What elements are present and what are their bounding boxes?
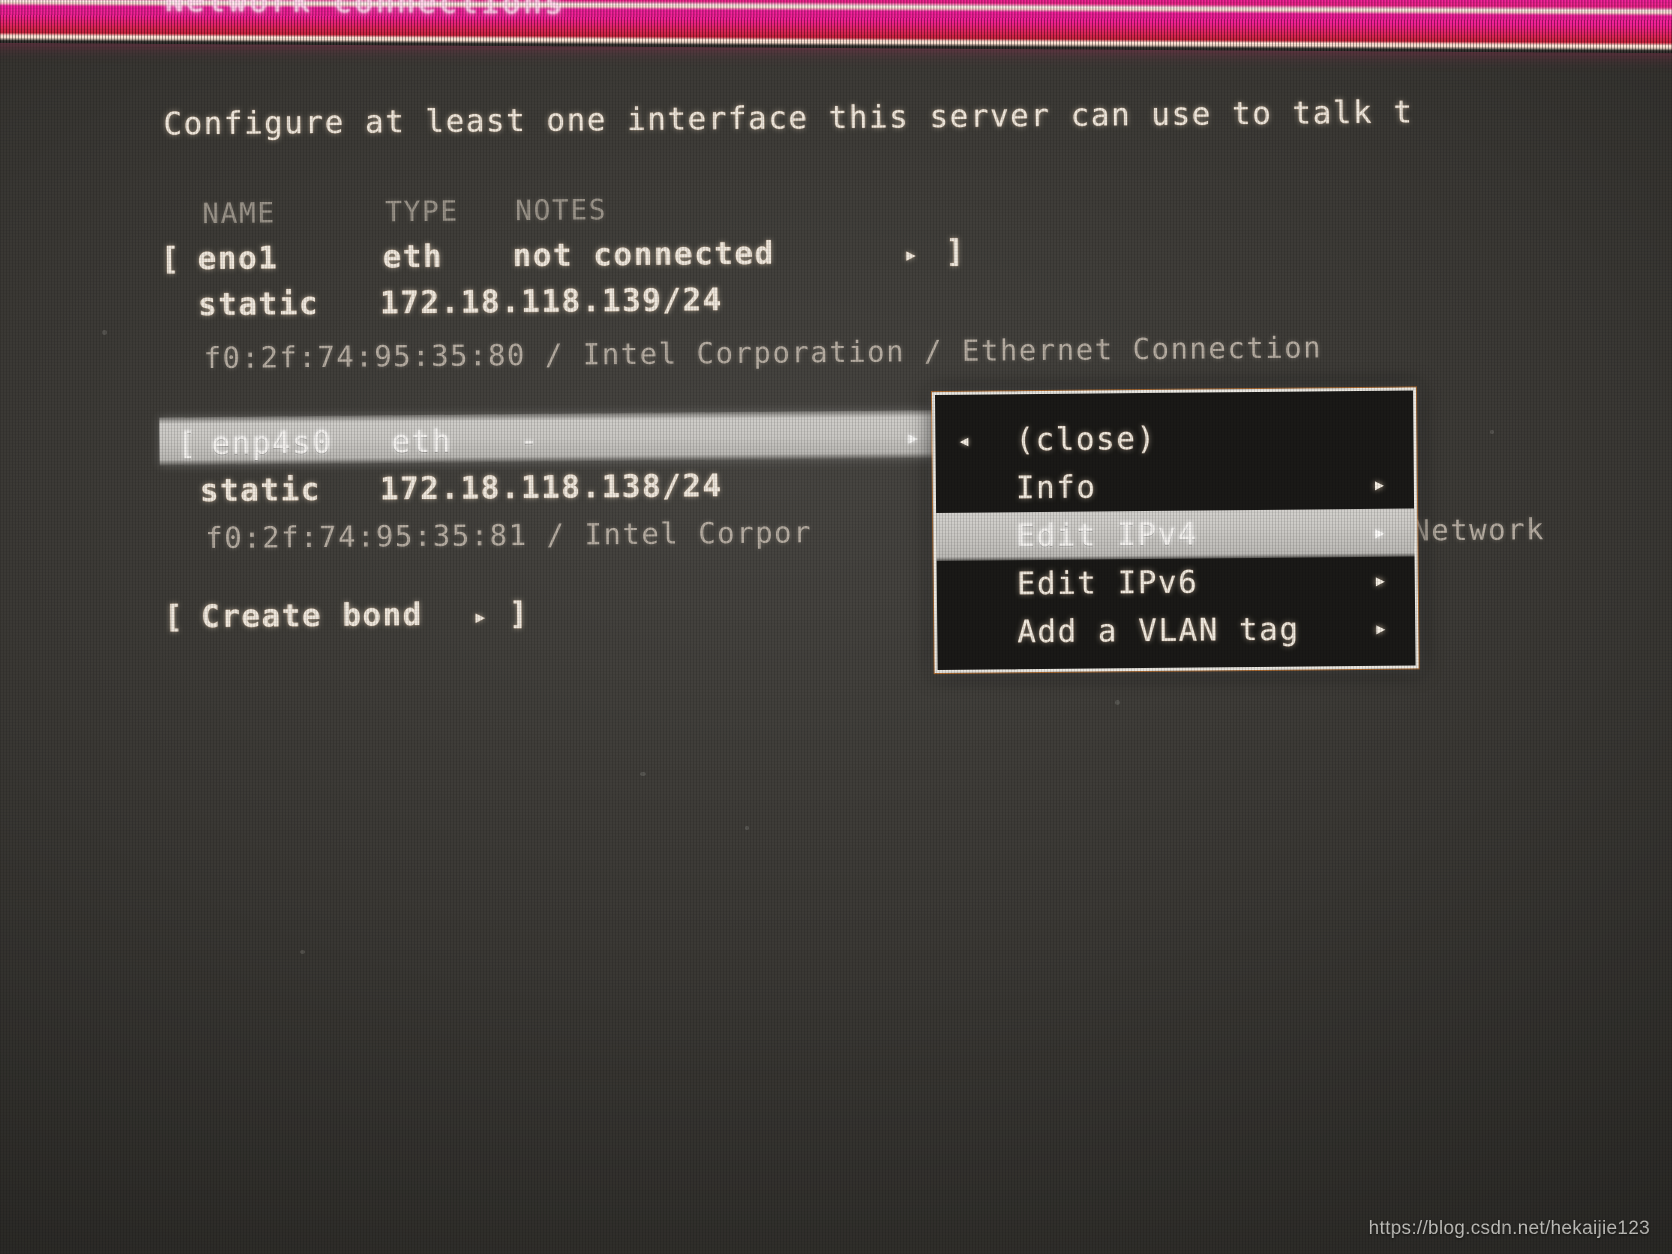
menu-item-edit-ipv4[interactable]: Edit IPv4 ▸ — [936, 508, 1415, 562]
chevron-right-icon: ▸ — [1372, 471, 1388, 498]
chevron-left-icon: ◂ — [957, 428, 973, 454]
page-title: Network connections — [165, 0, 566, 22]
chevron-right-icon: ▸ — [1372, 519, 1389, 546]
menu-item-info[interactable]: Info ▸ — [936, 460, 1414, 513]
row-bracket-open: [ — [160, 241, 181, 278]
row-bracket-open: [ — [163, 599, 185, 636]
column-header-type: TYPE — [385, 194, 459, 229]
menu-item-add-vlan-tag[interactable]: Add a VLAN tag ▸ — [937, 604, 1415, 657]
terminal-surface: Network connections Configure at least o… — [0, 0, 1672, 1254]
menu-item-close[interactable]: ◂ (close) — [935, 412, 1413, 465]
screen-photo: Network connections Configure at least o… — [0, 0, 1672, 1254]
selected-row-highlight[interactable]: [ enp4s0 eth - ▸ — [159, 410, 935, 466]
menu-item-label: Info — [1015, 469, 1097, 507]
chevron-right-icon: ▸ — [1373, 567, 1389, 594]
interface-notes: - — [519, 422, 540, 460]
chevron-right-icon: ▸ — [1373, 615, 1390, 642]
interface-type: eth — [391, 423, 453, 461]
menu-item-label: Edit IPv6 — [1016, 564, 1199, 603]
address-mode: static — [197, 285, 320, 324]
column-header-notes: NOTES — [515, 193, 608, 228]
menu-item-edit-ipv6[interactable]: Edit IPv6 ▸ — [937, 556, 1415, 609]
interface-notes: not connected — [512, 235, 775, 275]
row-bracket-close: ] — [508, 595, 530, 633]
watermark-url: https://blog.csdn.net/hekaijie123 — [1368, 1218, 1650, 1239]
instruction-text: Configure at least one interface this se… — [163, 94, 1414, 143]
hardware-info-tail: Network — [1412, 512, 1546, 548]
interface-context-menu[interactable]: ◂ (close) Info ▸ Edit IPv4 ▸ Edit IPv6 ▸… — [931, 387, 1419, 674]
window-header-bar: Network connections — [0, 0, 1672, 54]
row-bracket-open: [ — [177, 426, 198, 463]
chevron-right-icon: ▸ — [472, 602, 490, 631]
interface-name: eno1 — [197, 240, 279, 278]
context-menu-list: ◂ (close) Info ▸ Edit IPv4 ▸ Edit IPv6 ▸… — [935, 390, 1415, 657]
interface-type: eth — [382, 238, 444, 276]
create-bond-label: Create bond — [200, 596, 424, 636]
menu-item-label: Add a VLAN tag — [1017, 611, 1300, 651]
hardware-info: f0:2f:74:95:35:80 / Intel Corporation / … — [203, 330, 1323, 376]
column-header-name: NAME — [202, 196, 276, 231]
chevron-right-icon: ▸ — [903, 240, 920, 269]
ip-address: 172.18.118.139/24 — [379, 282, 724, 322]
chevron-right-icon: ▸ — [905, 423, 921, 452]
interface-name: enp4s0 — [211, 424, 333, 462]
menu-item-label: Edit IPv4 — [1016, 516, 1198, 555]
menu-item-label: (close) — [1015, 420, 1157, 459]
row-bracket-close: ] — [945, 233, 966, 270]
address-mode: static — [199, 471, 322, 510]
ip-address: 172.18.118.138/24 — [379, 468, 723, 508]
hardware-info: f0:2f:74:95:35:81 / Intel Corpor — [205, 515, 813, 556]
